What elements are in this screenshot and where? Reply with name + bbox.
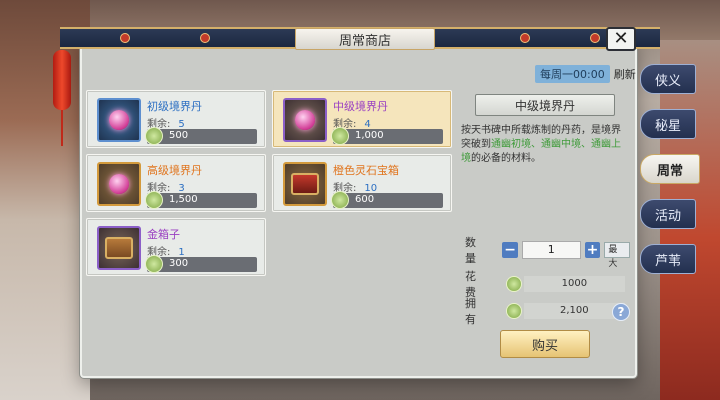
help-icon[interactable]: ? (612, 303, 630, 321)
coin-icon (145, 127, 163, 145)
item-name: 初级境界丹 (147, 100, 202, 113)
orb-icon (283, 98, 327, 142)
item-card[interactable]: 高级境界丹 剩余: 3 1,500 (86, 154, 266, 212)
own-value: 2,100 (523, 303, 625, 319)
orb-icon (97, 162, 141, 206)
item-price: 500 (145, 127, 257, 145)
tab-xiayi[interactable]: 侠义 (640, 64, 696, 94)
own-row: 拥有 2,100 (465, 297, 625, 326)
tab-weekly[interactable]: 周常 (640, 154, 700, 184)
chest-icon (97, 226, 141, 270)
refresh-info: 每周一00:00 刷新 (535, 65, 636, 83)
coin-icon (506, 276, 522, 292)
decrease-button[interactable]: − (502, 242, 518, 258)
tab-mixing[interactable]: 秘星 (640, 109, 696, 139)
ornament-icon (520, 33, 530, 43)
ornament-icon (200, 33, 210, 43)
item-card[interactable]: 金箱子 剩余: 1 300 (86, 218, 266, 276)
refresh-timer: 每周一00:00 (535, 65, 610, 83)
item-price: 1,500 (145, 191, 257, 209)
coin-icon (145, 191, 163, 209)
cost-value: 1000 (523, 276, 625, 292)
coin-icon (331, 191, 349, 209)
tab-reed[interactable]: 芦苇 (640, 244, 696, 274)
item-detail: 中级境界丹 按天书碑中所载炼制的丹药，是境界突破到通幽初境、通幽中境、通幽上境的… (455, 90, 633, 358)
detail-description: 按天书碑中所载炼制的丹药，是境界突破到通幽初境、通幽中境、通幽上境的必备的材料。 (461, 125, 621, 164)
lantern-tassel (61, 110, 63, 146)
max-button[interactable]: 最大 (604, 242, 630, 269)
item-name: 橙色灵石宝箱 (333, 164, 399, 177)
item-price: 1,000 (331, 127, 443, 145)
quantity-input[interactable]: 1 (521, 241, 581, 259)
item-card[interactable]: 橙色灵石宝箱 剩余: 10 600 (272, 154, 452, 212)
item-card-selected[interactable]: 中级境界丹 剩余: 4 1,000 (272, 90, 452, 148)
own-label: 拥有 (465, 297, 484, 326)
coin-icon (506, 303, 522, 319)
buy-button[interactable]: 购买 (500, 330, 590, 358)
close-icon: ✕ (613, 28, 629, 49)
orb-icon (97, 98, 141, 142)
chest-icon (283, 162, 327, 206)
refresh-label: 刷新 (613, 68, 636, 81)
tab-activity[interactable]: 活动 (640, 199, 696, 229)
item-name: 中级境界丹 (333, 100, 388, 113)
quantity-label: 数量 (465, 236, 484, 265)
lantern-decoration (53, 50, 71, 110)
item-name: 高级境界丹 (147, 164, 202, 177)
ornament-icon (120, 33, 130, 43)
coin-icon (145, 255, 163, 273)
cost-row: 花费 1000 (465, 270, 625, 299)
detail-title: 中级境界丹 (475, 94, 615, 116)
ornament-icon (590, 33, 600, 43)
item-card[interactable]: 初级境界丹 剩余: 5 500 (86, 90, 266, 148)
quantity-row: 数量 − 1 + 最大 (465, 236, 630, 269)
window-title: 周常商店 (295, 28, 435, 50)
item-price: 600 (331, 191, 443, 209)
item-name: 金箱子 (147, 228, 180, 241)
background-building (0, 0, 90, 400)
increase-button[interactable]: + (584, 242, 601, 258)
side-tabs: 侠义 秘星 周常 活动 芦苇 (640, 64, 702, 289)
coin-icon (331, 127, 349, 145)
item-price: 300 (145, 255, 257, 273)
close-button[interactable]: ✕ (606, 27, 636, 51)
